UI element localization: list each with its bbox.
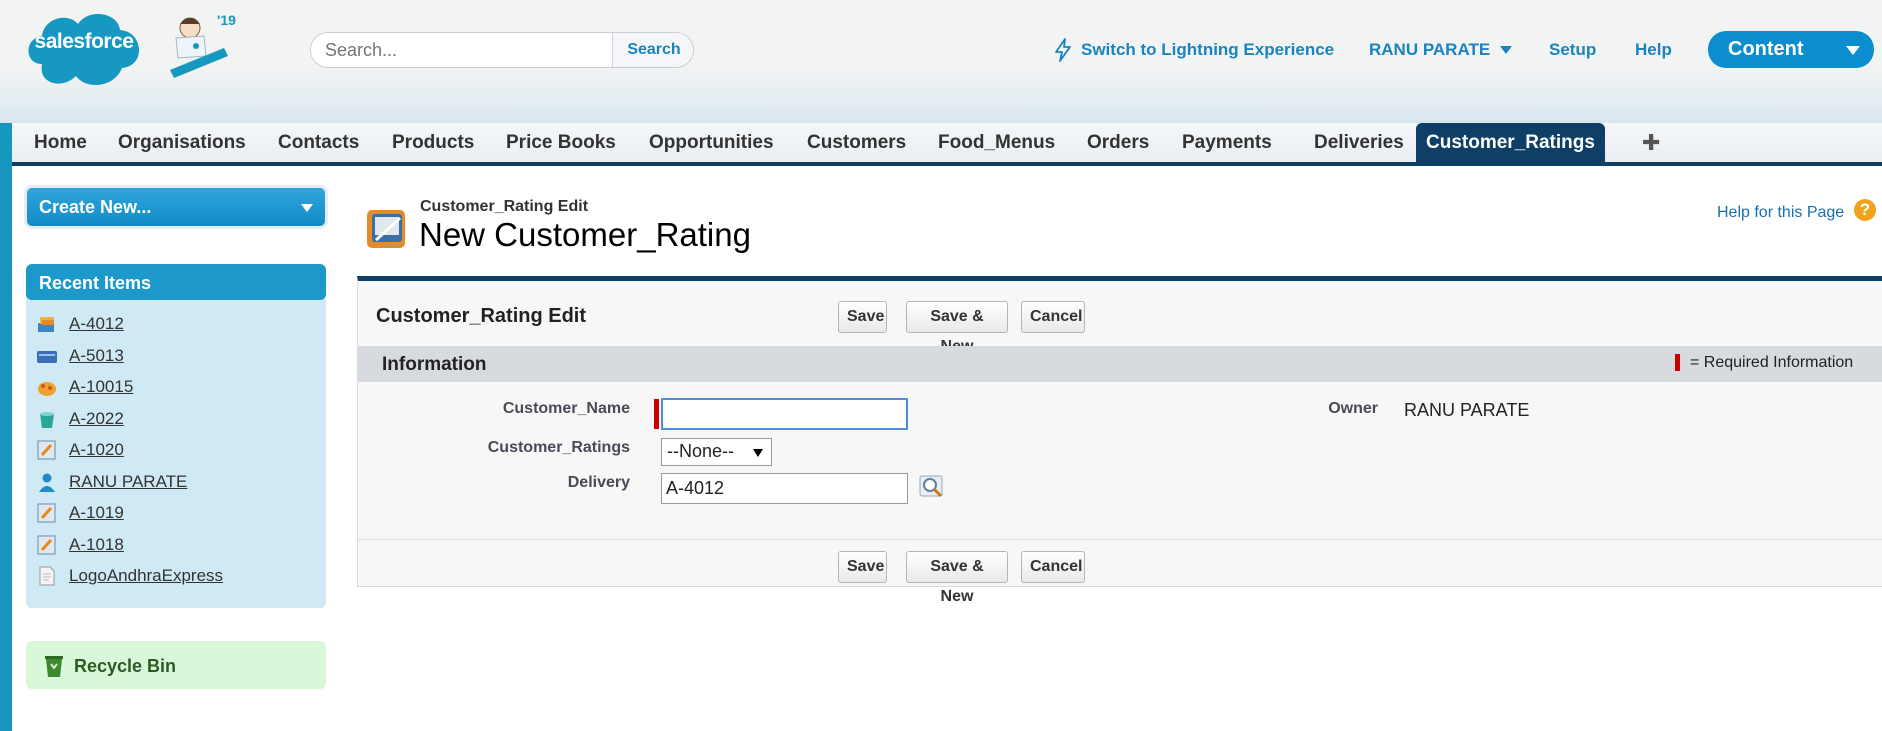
list-item: A-1019 — [36, 499, 326, 531]
recent-item-link[interactable]: A-1019 — [69, 503, 124, 523]
recent-items-panel: Recent Items A-4012 A-5013 A-10015 A-202… — [26, 264, 326, 608]
chevron-down-icon — [301, 204, 313, 212]
search-box: Search — [310, 32, 694, 68]
customer-name-label: Customer_Name — [502, 400, 630, 417]
save-and-new-button-bottom[interactable]: Save & New — [906, 551, 1008, 605]
document-icon — [39, 566, 55, 586]
page-eyebrow: Customer_Rating Edit — [420, 198, 589, 215]
list-item: A-5013 — [36, 342, 326, 374]
save-button[interactable]: Save — [838, 301, 887, 333]
customer-ratings-label: Customer_Ratings — [487, 439, 630, 456]
user-icon — [39, 473, 55, 492]
release-badge: '19 — [217, 12, 236, 28]
tab-payments[interactable]: Payments — [1172, 123, 1282, 162]
tab-organisations[interactable]: Organisations — [108, 123, 256, 162]
rating-icon — [37, 503, 56, 523]
owner-label: Owner — [1328, 400, 1378, 417]
tab-food-menus[interactable]: Food_Menus — [928, 123, 1065, 162]
add-tab-plus-icon[interactable]: ✚ — [1632, 123, 1670, 162]
app-switcher-label: Content — [1728, 38, 1804, 60]
rating-icon — [37, 535, 56, 554]
help-link[interactable]: Help — [1635, 40, 1672, 60]
tab-orders[interactable]: Orders — [1077, 123, 1159, 162]
save-and-new-button[interactable]: Save & New — [906, 301, 1008, 355]
recent-item-link[interactable]: A-2022 — [69, 409, 124, 429]
lookup-magnifier-icon[interactable] — [919, 474, 945, 500]
delivery-label: Delivery — [567, 474, 630, 491]
form-title: Customer_Rating Edit — [376, 305, 587, 327]
food-menu-icon — [40, 411, 54, 428]
divider — [358, 539, 1882, 540]
customer-name-field[interactable] — [661, 398, 908, 430]
tab-customer-ratings[interactable]: Customer_Ratings — [1416, 123, 1605, 162]
payment-icon — [37, 350, 57, 363]
recycle-bin[interactable]: Recycle Bin — [26, 641, 326, 689]
required-indicator — [654, 399, 659, 429]
tab-customers[interactable]: Customers — [797, 123, 916, 162]
save-button-bottom[interactable]: Save — [838, 551, 887, 583]
tab-deliveries[interactable]: Deliveries — [1304, 123, 1414, 162]
recent-items-title: Recent Items — [26, 264, 326, 300]
chevron-down-icon — [1846, 46, 1860, 55]
setup-link[interactable]: Setup — [1549, 40, 1596, 60]
user-menu[interactable]: RANU PARATE — [1369, 40, 1490, 60]
app-switcher-button[interactable]: Content — [1708, 31, 1874, 68]
switch-to-lightning-link[interactable]: Switch to Lightning Experience — [1081, 40, 1334, 60]
tab-contacts[interactable]: Contacts — [268, 123, 369, 162]
recent-item-link[interactable]: A-4012 — [69, 314, 124, 334]
delivery-icon — [38, 317, 54, 332]
help-icon[interactable]: ? — [1854, 199, 1876, 221]
tab-opportunities[interactable]: Opportunities — [639, 123, 784, 162]
help-for-this-page-link[interactable]: Help for this Page — [1717, 204, 1844, 222]
delivery-field[interactable]: A-4012 — [661, 473, 908, 504]
list-item: A-4012 — [36, 310, 326, 342]
recent-items-list: A-4012 A-5013 A-10015 A-2022 A-1020 RANU… — [36, 310, 326, 594]
edit-form: Customer_Rating Edit Save Save & New Can… — [357, 276, 1882, 605]
create-new-label: Create New... — [39, 197, 152, 217]
create-new-button[interactable]: Create New... — [27, 188, 325, 226]
recycle-bin-label: Recycle Bin — [74, 656, 177, 676]
customer-rating-page-icon — [367, 210, 405, 248]
required-legend: = Required Information — [1690, 354, 1854, 371]
search-input[interactable] — [311, 33, 613, 67]
customer-ratings-select[interactable]: --None-- — [661, 438, 772, 466]
page-title: New Customer_Rating — [419, 216, 751, 253]
global-header: salesforce '19 Search Switch to Lightnin… — [0, 0, 1882, 123]
list-item: A-1018 — [36, 531, 326, 563]
recent-item-link[interactable]: A-5013 — [69, 346, 124, 366]
recent-item-link[interactable]: A-1020 — [69, 440, 124, 460]
tab-products[interactable]: Products — [382, 123, 484, 162]
recent-item-link[interactable]: A-1018 — [69, 535, 124, 555]
search-button[interactable]: Search — [613, 33, 693, 67]
tab-home[interactable]: Home — [24, 123, 97, 162]
left-accent-strip — [0, 123, 12, 731]
order-icon — [38, 382, 56, 396]
recent-item-link[interactable]: RANU PARATE — [69, 472, 187, 492]
recent-item-link[interactable]: A-10015 — [69, 377, 133, 397]
cancel-button-bottom[interactable]: Cancel — [1021, 551, 1085, 583]
owner-value: RANU PARATE — [1404, 400, 1530, 420]
list-item: RANU PARATE — [36, 468, 326, 500]
list-item: A-1020 — [36, 436, 326, 468]
list-item: A-2022 — [36, 405, 326, 437]
lightning-bolt-icon — [1055, 38, 1071, 62]
information-section-header: Information = Required Information — [358, 346, 1882, 382]
tab-price-books[interactable]: Price Books — [496, 123, 626, 162]
cancel-button[interactable]: Cancel — [1021, 301, 1085, 333]
dropdown-arrow-icon — [753, 449, 763, 457]
required-indicator — [1675, 354, 1680, 371]
recent-item-link[interactable]: LogoAndhraExpress — [69, 566, 223, 586]
section-title: Information — [382, 354, 487, 375]
list-item: A-10015 — [36, 373, 326, 405]
rating-icon — [37, 440, 56, 460]
logo-text: salesforce — [34, 30, 134, 53]
customer-ratings-selected-value: --None-- — [667, 441, 735, 461]
user-menu-caret-icon[interactable] — [1500, 46, 1512, 54]
list-item: LogoAndhraExpress — [36, 562, 326, 594]
tab-bar: Home Organisations Contacts Products Pri… — [12, 123, 1882, 166]
recycle-bin-icon — [45, 656, 63, 677]
